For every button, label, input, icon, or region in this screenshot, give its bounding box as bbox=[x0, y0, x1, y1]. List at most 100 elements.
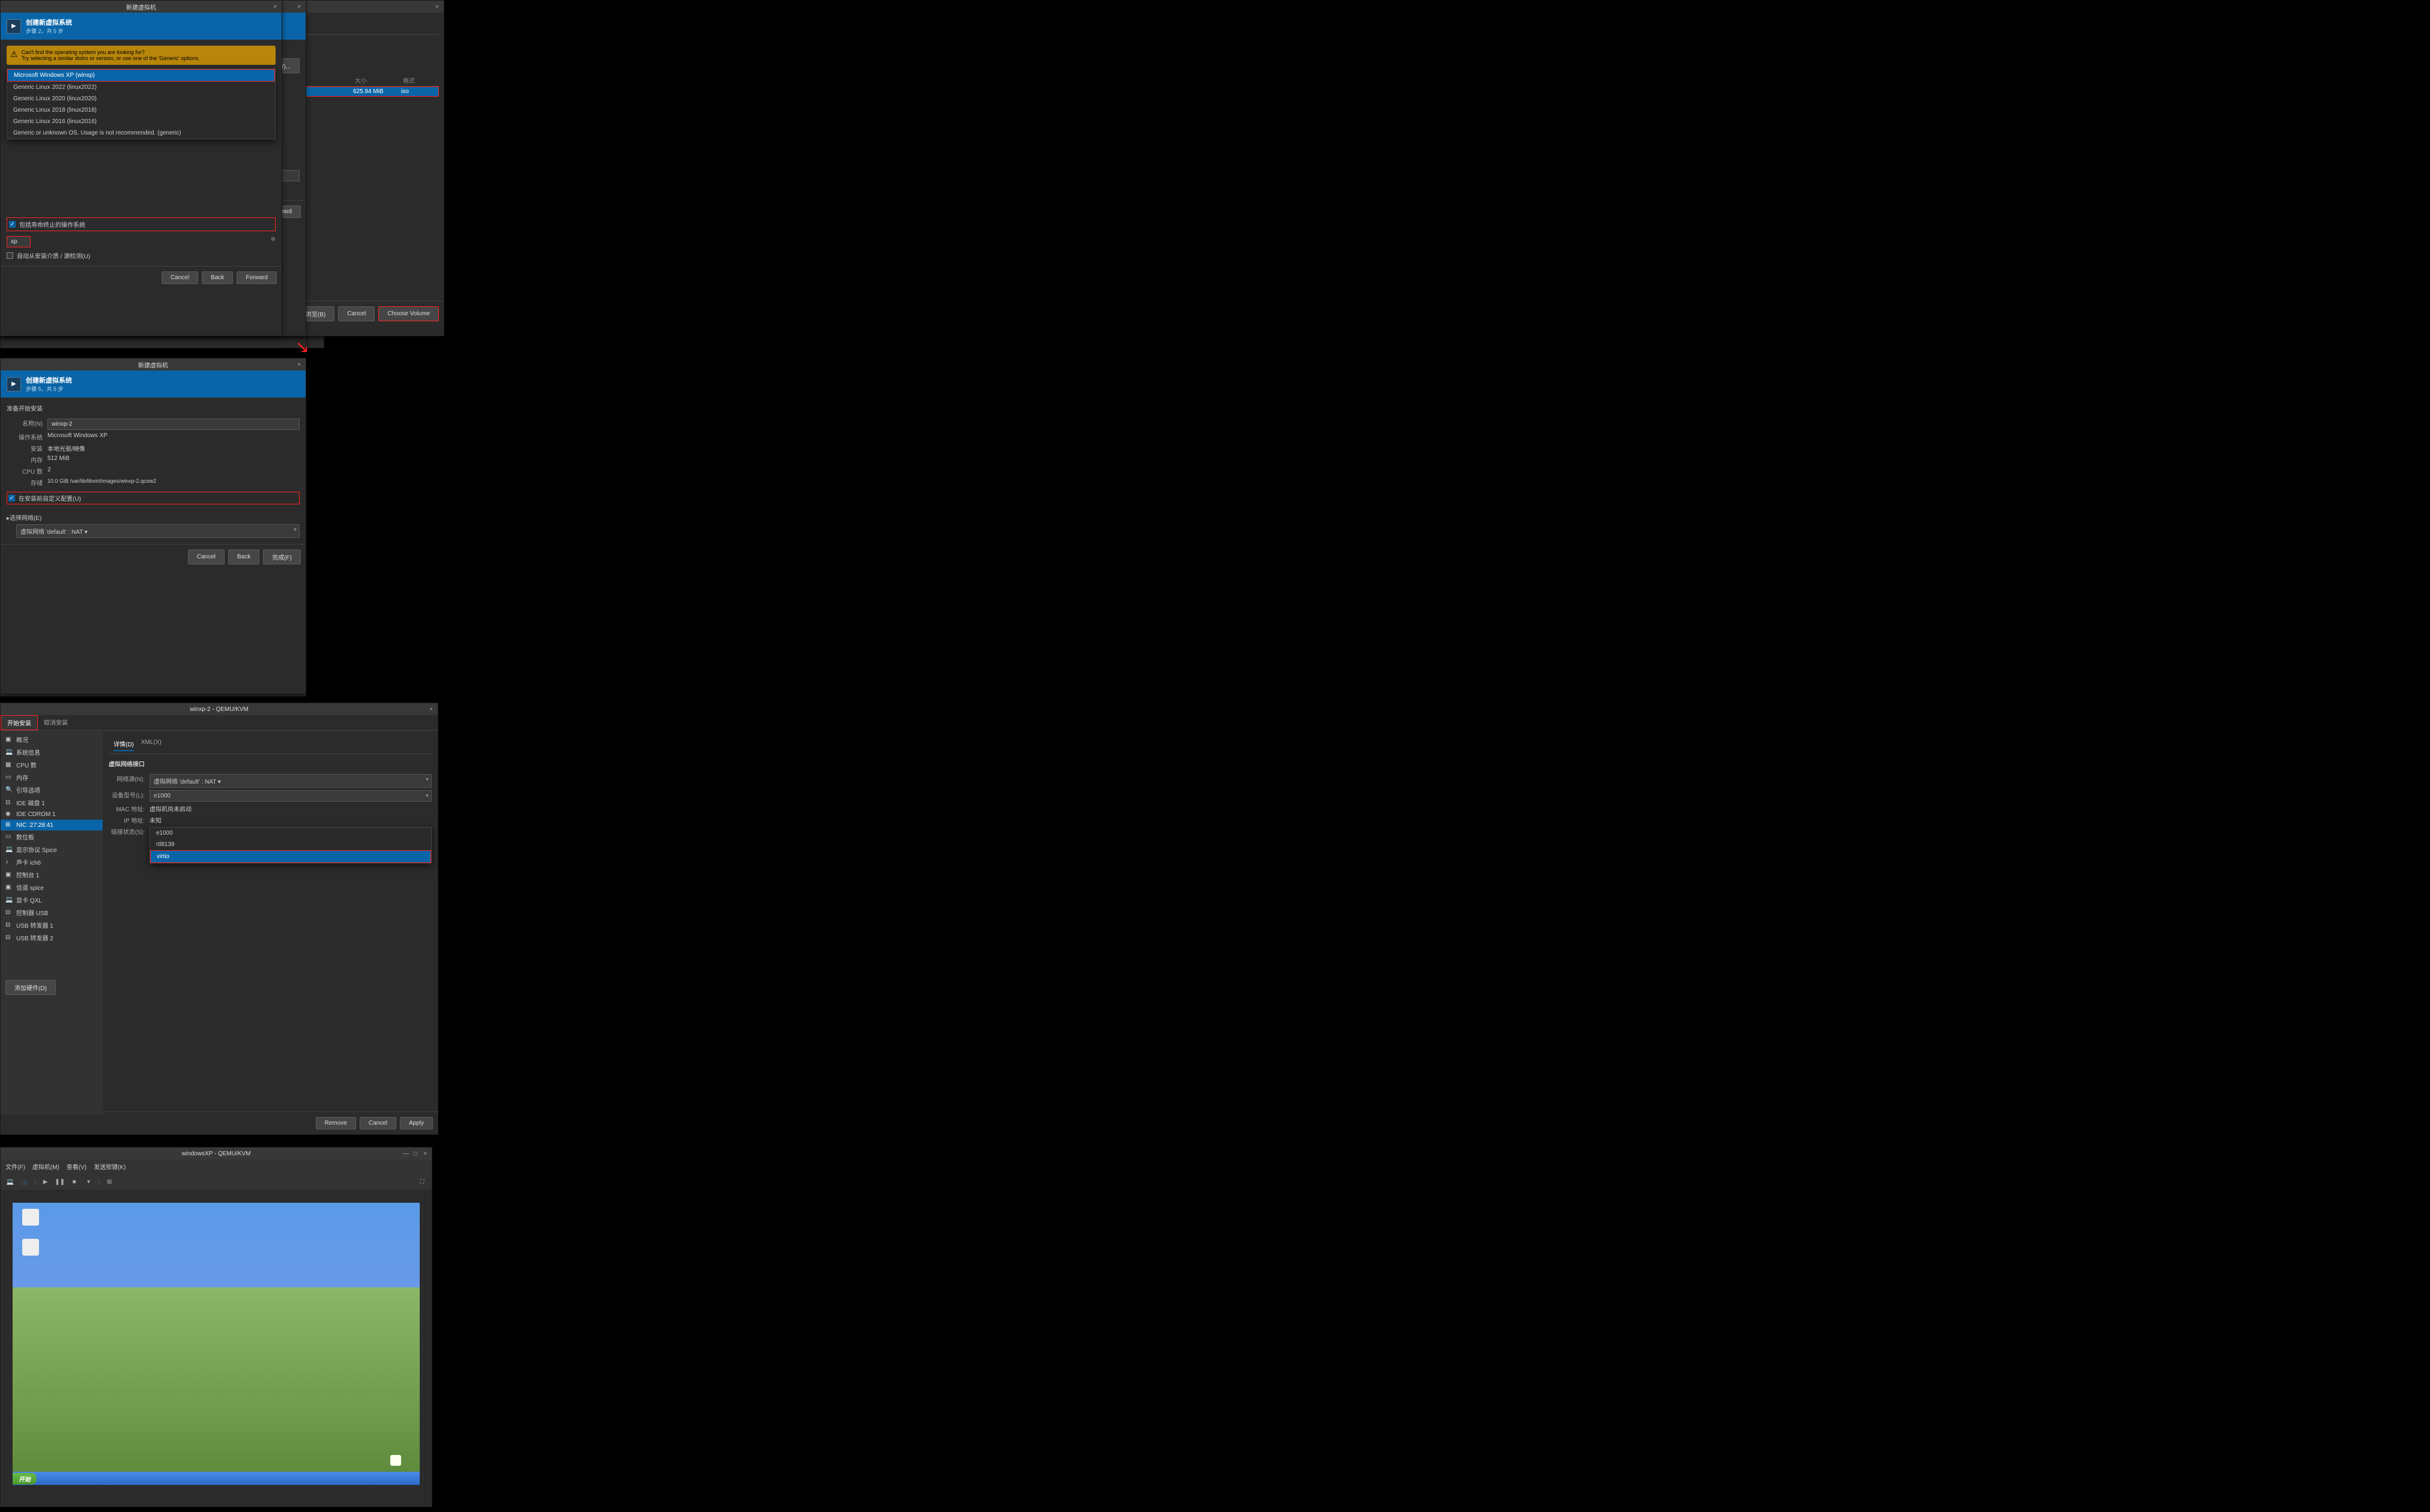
close-icon[interactable]: × bbox=[271, 2, 279, 11]
os-option[interactable]: Generic or unknown OS. Usage is not reco… bbox=[7, 127, 275, 139]
finish-button[interactable]: 完成(F) bbox=[263, 549, 301, 564]
model-dropdown: e1000 rtl8139 virtio bbox=[150, 827, 432, 863]
sidebar-boot[interactable]: 🔍引导选项 bbox=[1, 784, 103, 796]
new-vm-step5: 新建虚拟机× ▶创建新虚拟系统步骤 5，共 5 步 准备开始安装 名称(N) 操… bbox=[0, 358, 306, 694]
model-option[interactable]: rtl8139 bbox=[150, 839, 431, 850]
apply-button[interactable]: Apply bbox=[400, 1117, 433, 1129]
os-option[interactable]: Generic Linux 2022 (linux2022) bbox=[7, 82, 275, 93]
play-icon[interactable]: ▶ bbox=[41, 1177, 50, 1187]
sidebar-usb-controller[interactable]: ⊟控制器 USB bbox=[1, 906, 103, 919]
sidebar-cpu[interactable]: ▦CPU 数 bbox=[1, 758, 103, 771]
sidebar-ide-disk[interactable]: ⊟IDE 磁盘 1 bbox=[1, 796, 103, 809]
menu-file[interactable]: 文件(F) bbox=[5, 1162, 25, 1171]
console-icon[interactable]: 💻 bbox=[5, 1177, 15, 1187]
display-icon: 💻 bbox=[5, 846, 13, 853]
tablet-icon: ▭ bbox=[5, 833, 13, 841]
device-model-select[interactable]: e1000 bbox=[150, 790, 432, 802]
console-icon: ▣ bbox=[5, 871, 13, 878]
add-hardware-button[interactable]: 添加硬件(D) bbox=[5, 980, 56, 995]
close-icon[interactable]: × bbox=[427, 705, 435, 713]
clear-icon[interactable]: ⊗ bbox=[271, 236, 276, 243]
os-search-input[interactable] bbox=[7, 236, 31, 247]
sidebar-nic[interactable]: ⊞NIC :27:28:41 bbox=[1, 820, 103, 830]
sidebar-display[interactable]: 💻显示协议 Spice bbox=[1, 843, 103, 856]
remove-button[interactable]: Remove bbox=[316, 1117, 356, 1129]
model-option[interactable]: e1000 bbox=[150, 827, 431, 839]
cancel-button[interactable]: Cancel bbox=[338, 306, 375, 321]
search-icon: 🔍 bbox=[5, 787, 13, 794]
menu-sendkey[interactable]: 发送按键(K) bbox=[94, 1162, 125, 1171]
back-button[interactable]: Back bbox=[228, 549, 259, 564]
sidebar-ide-cdrom[interactable]: ◉IDE CDROM 1 bbox=[1, 809, 103, 820]
minimize-icon[interactable]: — bbox=[402, 1149, 410, 1158]
cancel-button[interactable]: Cancel bbox=[188, 549, 225, 564]
hardware-sidebar: ▣概况 💻系统信息 ▦CPU 数 ▭内存 🔍引导选项 ⊟IDE 磁盘 1 ◉ID… bbox=[1, 731, 103, 1115]
xp-desktop: 开始 bbox=[13, 1203, 420, 1485]
tab-details[interactable]: 详情(D) bbox=[113, 739, 134, 751]
model-option[interactable]: virtio bbox=[150, 850, 431, 863]
chevron-down-icon[interactable]: ▾ bbox=[84, 1177, 94, 1187]
usb-icon: ⊟ bbox=[5, 922, 13, 929]
sidebar-video[interactable]: 💻显卡 QXL bbox=[1, 894, 103, 906]
back-button[interactable]: Back bbox=[202, 271, 233, 284]
network-source-select[interactable]: 虚拟网络 'default' : NAT ▾ bbox=[150, 774, 432, 788]
tab-cancel-install[interactable]: 取消安装 bbox=[38, 715, 74, 730]
tab-xml[interactable]: XML(X) bbox=[141, 739, 162, 751]
close-icon[interactable]: × bbox=[295, 2, 303, 11]
checkbox-customize[interactable]: 在安装前自定义配置(U) bbox=[7, 492, 300, 504]
info-icon[interactable]: ⓘ bbox=[20, 1177, 29, 1187]
network-expand[interactable]: ▸选择网络(E) bbox=[7, 513, 300, 522]
os-option[interactable]: Generic Linux 2016 (linux2016) bbox=[7, 116, 275, 127]
close-icon[interactable]: × bbox=[295, 360, 303, 369]
tab-begin-install[interactable]: 开始安装 bbox=[1, 715, 38, 730]
cancel-button[interactable]: Cancel bbox=[162, 271, 198, 284]
tray-icon[interactable] bbox=[384, 1455, 408, 1467]
maximize-icon[interactable]: □ bbox=[411, 1149, 420, 1158]
cdrom-icon: ◉ bbox=[5, 811, 13, 818]
disk-icon: ⊟ bbox=[5, 799, 13, 806]
sidebar-usb-redir2[interactable]: ⊟USB 转发器 2 bbox=[1, 931, 103, 944]
sidebar-sysinfo[interactable]: 💻系统信息 bbox=[1, 746, 103, 758]
my-computer-icon[interactable] bbox=[19, 1239, 43, 1257]
os-dropdown: Microsoft Windows XP (winxp) Generic Lin… bbox=[7, 68, 276, 139]
sidebar-overview[interactable]: ▣概况 bbox=[1, 733, 103, 746]
sound-icon: ♪ bbox=[5, 859, 13, 866]
menu-view[interactable]: 查看(V) bbox=[67, 1162, 86, 1171]
recycle-bin-icon[interactable] bbox=[19, 1209, 43, 1227]
pause-icon[interactable]: ❚❚ bbox=[55, 1177, 65, 1187]
start-button[interactable]: 开始 bbox=[13, 1473, 37, 1484]
os-option[interactable]: Generic Linux 2018 (linux2018) bbox=[7, 104, 275, 116]
vm-console-window: windowsXP - QEMU/KVM—□× 文件(F)虚拟机(M)查看(V)… bbox=[0, 1147, 432, 1507]
checkbox-include-eol[interactable]: 包括寿命终止的操作系统 bbox=[7, 217, 276, 231]
checkbox-auto-detect[interactable]: 自动从安装介质 / 源检测(U) bbox=[7, 251, 276, 260]
usb-icon: ⊟ bbox=[5, 934, 13, 942]
stop-icon[interactable]: ■ bbox=[70, 1177, 79, 1187]
sidebar-tablet[interactable]: ▭数位板 bbox=[1, 830, 103, 843]
sidebar-console[interactable]: ▣控制台 1 bbox=[1, 868, 103, 881]
choose-volume-button[interactable]: Choose Volume bbox=[378, 306, 439, 321]
vm-hardware-window: winxp-2 - QEMU/KVM× 开始安装取消安装 ▣概况 💻系统信息 ▦… bbox=[0, 703, 438, 1135]
vm-display[interactable]: 开始 bbox=[1, 1191, 432, 1497]
cpu-icon: ▦ bbox=[5, 761, 13, 769]
close-icon[interactable]: × bbox=[421, 1149, 429, 1158]
fullscreen-icon[interactable]: ⛶ bbox=[417, 1177, 427, 1187]
nic-icon: ⊞ bbox=[5, 821, 13, 829]
close-icon[interactable]: × bbox=[433, 2, 441, 11]
os-option[interactable]: Generic Linux 2020 (linux2020) bbox=[7, 93, 275, 104]
sidebar-channel[interactable]: ▣信道 spice bbox=[1, 881, 103, 894]
sidebar-usb-redir1[interactable]: ⊟USB 转发器 1 bbox=[1, 919, 103, 931]
cancel-button[interactable]: Cancel bbox=[360, 1117, 396, 1129]
vm-name-input[interactable] bbox=[47, 419, 300, 430]
xp-taskbar: 开始 bbox=[13, 1472, 420, 1485]
computer-icon: 💻 bbox=[5, 749, 13, 756]
sidebar-memory[interactable]: ▭内存 bbox=[1, 771, 103, 784]
section-heading: 虚拟网络接口 bbox=[109, 759, 432, 768]
network-select[interactable]: 虚拟网络 'default' : NAT ▾ bbox=[16, 524, 300, 538]
os-option[interactable]: Microsoft Windows XP (winxp) bbox=[7, 69, 275, 82]
warning-panel: ⚠Can't find the operating system you are… bbox=[7, 46, 276, 65]
red-arrow-icon: → bbox=[0, 214, 2, 225]
menu-vm[interactable]: 虚拟机(M) bbox=[32, 1162, 59, 1171]
forward-button[interactable]: Forward bbox=[237, 271, 277, 284]
snapshot-icon[interactable]: ⊞ bbox=[104, 1177, 114, 1187]
sidebar-sound[interactable]: ♪声卡 ich6 bbox=[1, 856, 103, 868]
